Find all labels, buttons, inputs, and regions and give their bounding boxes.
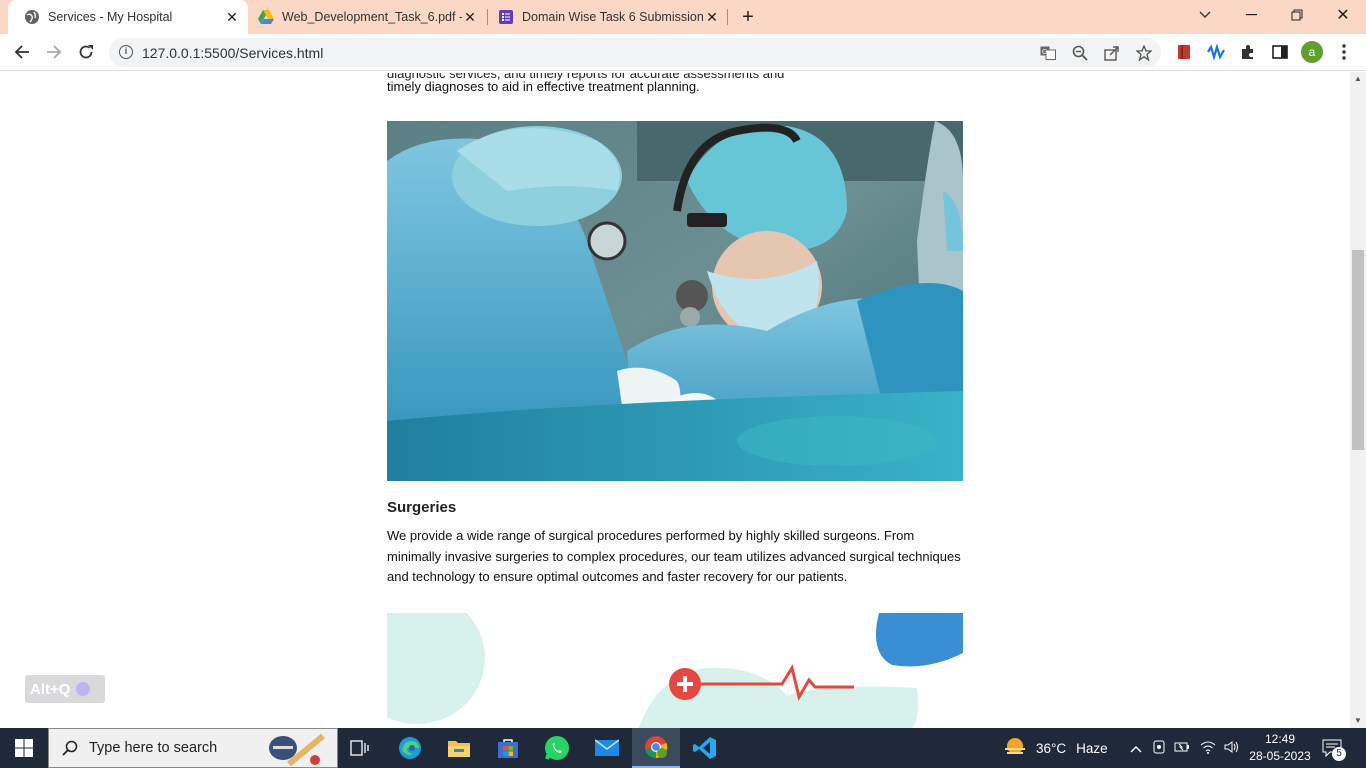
edge-browser-icon[interactable] xyxy=(386,728,434,768)
restore-button[interactable] xyxy=(1274,0,1320,30)
page-viewport: diagnostic services, and timely reports … xyxy=(0,72,1350,728)
shortcut-hint-badge[interactable]: Alt+Q xyxy=(25,675,105,703)
page-scrollbar[interactable]: ▲ ▼ xyxy=(1350,72,1366,728)
microsoft-store-icon[interactable] xyxy=(484,728,532,768)
share-icon[interactable] xyxy=(1103,44,1121,62)
scroll-up-arrow-icon[interactable]: ▲ xyxy=(1350,72,1366,86)
search-icon xyxy=(61,739,79,757)
new-tab-button[interactable]: + xyxy=(736,5,760,29)
google-forms-icon xyxy=(498,9,514,25)
extension-wave-icon[interactable] xyxy=(1207,43,1225,61)
globe-icon xyxy=(24,9,40,25)
tab-title: Web_Development_Task_6.pdf - G xyxy=(282,10,462,24)
service-illustration xyxy=(387,613,963,728)
chevron-up-icon[interactable] xyxy=(1128,741,1144,756)
tab-domain-wise-submission[interactable]: Domain Wise Task 6 Submission ✕ xyxy=(488,0,728,34)
zoom-icon[interactable] xyxy=(1071,44,1089,62)
extensions-puzzle-icon[interactable] xyxy=(1239,43,1257,61)
svg-text:G: G xyxy=(1042,49,1047,56)
minimize-button[interactable] xyxy=(1228,0,1274,30)
google-drive-icon xyxy=(258,9,274,25)
system-tray-icons xyxy=(1128,728,1240,768)
menu-kebab-icon[interactable] xyxy=(1335,43,1353,61)
file-explorer-icon[interactable] xyxy=(435,728,483,768)
browser-toolbar: i 127.0.0.1:5500/Services.html G a xyxy=(0,34,1366,71)
clock-date: 28-05-2023 xyxy=(1249,749,1311,763)
notification-count-badge: 5 xyxy=(1332,747,1346,761)
start-button[interactable] xyxy=(0,728,48,768)
notification-center-button[interactable]: 5 xyxy=(1322,728,1346,768)
weather-widget[interactable]: 36°C Haze xyxy=(1002,728,1108,768)
taskbar-clock[interactable]: 12:49 28-05-2023 xyxy=(1240,731,1320,765)
previous-service-description-tail: timely diagnoses to aid in effective tre… xyxy=(387,79,700,94)
mail-icon[interactable] xyxy=(583,728,631,768)
weather-sun-haze-icon xyxy=(1002,736,1028,761)
weather-temperature: 36°C xyxy=(1036,740,1067,756)
meet-now-icon[interactable] xyxy=(1152,740,1166,757)
translate-icon[interactable]: G xyxy=(1039,44,1057,62)
scroll-thumb[interactable] xyxy=(1352,250,1364,450)
url-text: 127.0.0.1:5500/Services.html xyxy=(142,45,324,61)
tab-web-development-pdf[interactable]: Web_Development_Task_6.pdf - G ✕ xyxy=(248,0,486,34)
scroll-down-arrow-icon[interactable]: ▼ xyxy=(1350,714,1366,728)
task-view-icon[interactable] xyxy=(336,728,384,768)
extension-red-icon[interactable] xyxy=(1175,43,1193,61)
side-panel-icon[interactable] xyxy=(1271,43,1289,61)
close-tab-icon[interactable]: ✕ xyxy=(462,9,478,25)
forward-button[interactable] xyxy=(40,38,68,66)
battery-icon[interactable] xyxy=(1174,741,1190,756)
surgery-photo xyxy=(387,121,963,481)
close-tab-icon[interactable]: ✕ xyxy=(704,9,720,25)
reload-button[interactable] xyxy=(72,38,100,66)
clock-time: 12:49 xyxy=(1264,732,1296,746)
vscode-icon[interactable] xyxy=(681,728,729,768)
profile-avatar[interactable]: a xyxy=(1301,41,1323,63)
address-bar[interactable]: i 127.0.0.1:5500/Services.html G xyxy=(109,38,1161,67)
close-window-button[interactable]: ✕ xyxy=(1320,0,1366,30)
search-placeholder: Type here to search xyxy=(89,740,218,756)
close-tab-icon[interactable]: ✕ xyxy=(224,9,240,25)
tab-title: Services - My Hospital xyxy=(48,10,173,24)
service-description: We provide a wide range of surgical proc… xyxy=(387,528,961,584)
site-info-icon[interactable]: i xyxy=(119,45,133,59)
windows-taskbar: Type here to search 36°C Haze 12:49 28-0… xyxy=(0,728,1366,768)
assistant-dot-icon xyxy=(76,682,91,696)
tab-title: Domain Wise Task 6 Submission xyxy=(522,10,704,24)
service-title: Surgeries xyxy=(387,499,457,516)
back-button[interactable] xyxy=(8,38,36,66)
weather-description: Haze xyxy=(1076,740,1108,756)
tab-separator xyxy=(727,9,728,25)
shortcut-hint-text: Alt+Q xyxy=(30,680,71,698)
cricket-search-highlight-icon xyxy=(265,732,329,768)
whatsapp-icon[interactable] xyxy=(533,728,581,768)
taskbar-search-box[interactable]: Type here to search xyxy=(48,728,338,768)
tab-services[interactable]: Services - My Hospital ✕ xyxy=(8,0,248,34)
wifi-icon[interactable] xyxy=(1200,740,1216,757)
chrome-icon[interactable] xyxy=(632,728,680,768)
bookmark-star-icon[interactable] xyxy=(1135,44,1153,62)
volume-icon[interactable] xyxy=(1224,740,1240,757)
tab-strip: Services - My Hospital ✕ Web_Development… xyxy=(0,0,1366,34)
tab-search-icon[interactable] xyxy=(1182,0,1228,30)
